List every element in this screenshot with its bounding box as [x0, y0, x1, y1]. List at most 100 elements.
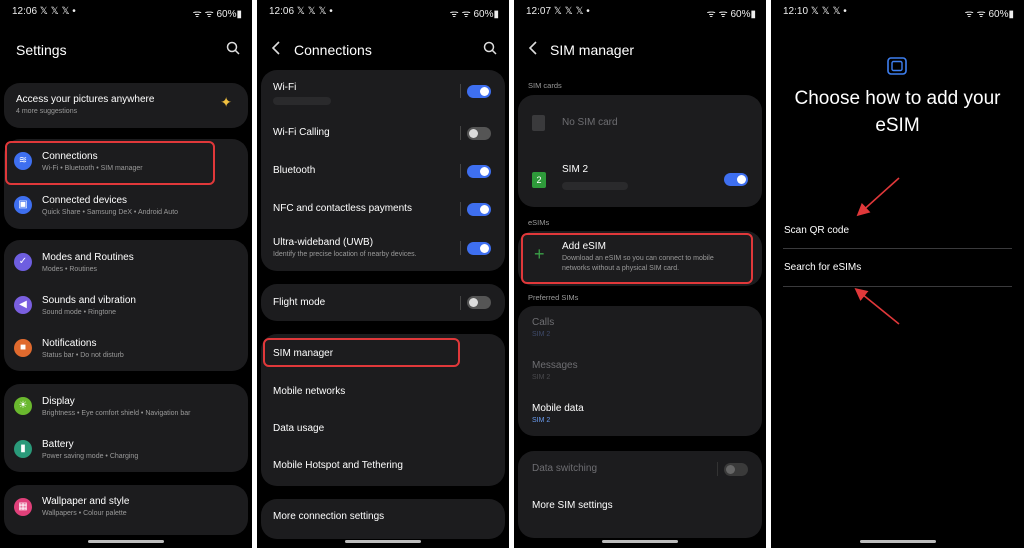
wifi-calling-row[interactable]: Wi-Fi Calling [261, 110, 505, 147]
sim-manager-screen: 12:07 𝕏 𝕏 𝕏 • ᯤ ᯤ 60%▮ SIM manager SIM c… [514, 0, 766, 548]
settings-item-modes[interactable]: ✓ Modes and Routines Modes • Routines [4, 240, 248, 284]
item-sub: Power saving mode • Charging [42, 453, 139, 460]
devices-icon: ▣ [14, 196, 32, 214]
messages-row[interactable]: Messages SIM 2 [518, 349, 762, 392]
add-esim-highlight [521, 233, 753, 284]
search-icon[interactable] [226, 41, 240, 58]
sound-icon: ◀ [14, 296, 32, 314]
page-title: SIM manager [550, 42, 635, 58]
uwb-row[interactable]: Ultra-wideband (UWB) Identify the precis… [261, 223, 505, 271]
settings-item-notifications[interactable]: ■ Notifications Status bar • Do not dist… [4, 327, 248, 371]
sim-2-row[interactable]: 2 SIM 2 [518, 151, 762, 207]
settings-group-2: ✓ Modes and Routines Modes • Routines ◀ … [4, 240, 248, 371]
sim-cards-card: No SIM card 2 SIM 2 [518, 95, 762, 207]
page-title: Connections [294, 42, 372, 58]
back-icon[interactable] [271, 41, 281, 58]
data-switching-row[interactable]: Data switching [518, 451, 762, 487]
messages-label: Messages [532, 360, 578, 371]
settings-item-wallpaper[interactable]: ▦ Wallpaper and style Wallpapers • Colou… [4, 485, 248, 529]
connections-highlight [5, 141, 215, 185]
item-sub: Status bar • Do not disturb [42, 352, 124, 359]
preferred-sims-card: Calls SIM 2 Messages SIM 2 Mobile data S… [518, 306, 762, 436]
settings-item-battery[interactable]: ▮ Battery Power saving mode • Charging [4, 428, 248, 472]
data-switching-label: Data switching [532, 463, 598, 474]
row-label: Mobile Hotspot and Tethering [273, 460, 403, 471]
arrow-to-search-esims [854, 287, 900, 325]
divider [717, 462, 718, 476]
settings-item-sounds[interactable]: ◀ Sounds and vibration Sound mode • Ring… [4, 284, 248, 327]
item-label: Display [42, 396, 75, 407]
data-usage-row[interactable]: Data usage [261, 410, 505, 448]
item-sub: Wallpapers • Colour palette [42, 510, 127, 517]
item-label: Wallpaper and style [42, 496, 130, 507]
section-preferred: Preferred SIMs [528, 293, 579, 302]
home-bar [859, 540, 936, 543]
mobile-data-row[interactable]: Mobile data SIM 2 [518, 392, 762, 436]
row-label: Ultra-wideband (UWB) [273, 237, 374, 248]
item-label: Modes and Routines [42, 252, 134, 263]
messages-value: SIM 2 [532, 374, 551, 381]
sim-number-redacted [562, 182, 628, 190]
section-sim-cards: SIM cards [528, 81, 562, 90]
suggestion-sub: 4 more suggestions [16, 108, 78, 115]
sim-settings-card: Data switching More SIM settings [518, 451, 762, 538]
item-label: Sounds and vibration [42, 295, 136, 306]
row-label: NFC and contactless payments [273, 203, 412, 214]
row-sub: Identify the precise location of nearby … [273, 251, 417, 258]
connections-group-1: Wi-Fi Wi-Fi Calling Bluetooth NFC and co… [261, 70, 505, 271]
mobile-networks-row[interactable]: Mobile networks [261, 372, 505, 410]
more-connection-card[interactable]: More connection settings [261, 499, 505, 539]
mobile-data-value: SIM 2 [532, 417, 551, 424]
wifi-row[interactable]: Wi-Fi [261, 70, 505, 110]
row-label: Data usage [273, 423, 325, 434]
more-sim-settings-row[interactable]: More SIM settings [518, 487, 762, 527]
row-label: Bluetooth [273, 165, 316, 176]
row-label: Flight mode [273, 297, 326, 308]
item-label: Battery [42, 439, 74, 450]
uwb-toggle[interactable] [467, 242, 491, 255]
status-bar: 12:07 𝕏 𝕏 𝕏 • ᯤ ᯤ 60%▮ [514, 4, 766, 20]
settings-item-connected-devices[interactable]: ▣ Connected devices Quick Share • Samsun… [4, 184, 248, 229]
data-switching-toggle[interactable] [724, 463, 748, 476]
wifi-calling-toggle[interactable] [467, 127, 491, 140]
settings-screen: 12:06 𝕏 𝕏 𝕏 • ᯤ ᯤ 60%▮ Settings Access y… [0, 0, 252, 548]
wifi-network-redacted [273, 97, 331, 105]
status-icons: ᯤ ᯤ 60%▮ [192, 9, 242, 20]
wallpaper-icon: ▦ [14, 498, 32, 516]
no-sim-label: No SIM card [562, 117, 618, 128]
status-icons: ᯤ ᯤ 60%▮ [706, 9, 756, 20]
settings-item-display[interactable]: ☀ Display Brightness • Eye comfort shiel… [4, 384, 248, 428]
sim-card-icon [532, 115, 545, 131]
home-bar [602, 540, 678, 543]
status-time: 12:06 𝕏 𝕏 𝕏 • [12, 6, 76, 17]
calls-row[interactable]: Calls SIM 2 [518, 306, 762, 349]
divider [460, 296, 461, 310]
mobile-data-label: Mobile data [532, 403, 584, 414]
item-sub: Brightness • Eye comfort shield • Naviga… [42, 410, 191, 417]
sim-2-toggle[interactable] [724, 173, 748, 186]
row-label: Mobile networks [273, 386, 346, 397]
settings-group-3: ☀ Display Brightness • Eye comfort shiel… [4, 384, 248, 472]
more-sim-label: More SIM settings [532, 500, 613, 511]
flight-mode-toggle[interactable] [467, 296, 491, 309]
status-bar: 12:06 𝕏 𝕏 𝕏 • ᯤ ᯤ 60%▮ [0, 4, 252, 20]
sim-2-label: SIM 2 [562, 164, 589, 175]
no-sim-row: No SIM card [518, 95, 762, 151]
bluetooth-row[interactable]: Bluetooth [261, 147, 505, 185]
back-icon[interactable] [528, 41, 538, 58]
calls-label: Calls [532, 317, 555, 328]
row-label: More connection settings [273, 511, 385, 522]
flight-mode-card[interactable]: Flight mode [261, 284, 505, 321]
divider [460, 84, 461, 98]
arrow-to-scan-qr [856, 177, 900, 217]
connections-screen: 12:06 𝕏 𝕏 𝕏 • ᯤ ᯤ 60%▮ Connections Wi-Fi… [257, 0, 509, 548]
search-icon[interactable] [483, 41, 497, 58]
calls-value: SIM 2 [532, 331, 551, 338]
nfc-row[interactable]: NFC and contactless payments [261, 185, 505, 223]
wifi-toggle[interactable] [467, 85, 491, 98]
divider [460, 241, 461, 255]
nfc-toggle[interactable] [467, 203, 491, 216]
hotspot-row[interactable]: Mobile Hotspot and Tethering [261, 448, 505, 486]
bluetooth-toggle[interactable] [467, 165, 491, 178]
suggestion-card[interactable]: Access your pictures anywhere 4 more sug… [4, 83, 248, 128]
